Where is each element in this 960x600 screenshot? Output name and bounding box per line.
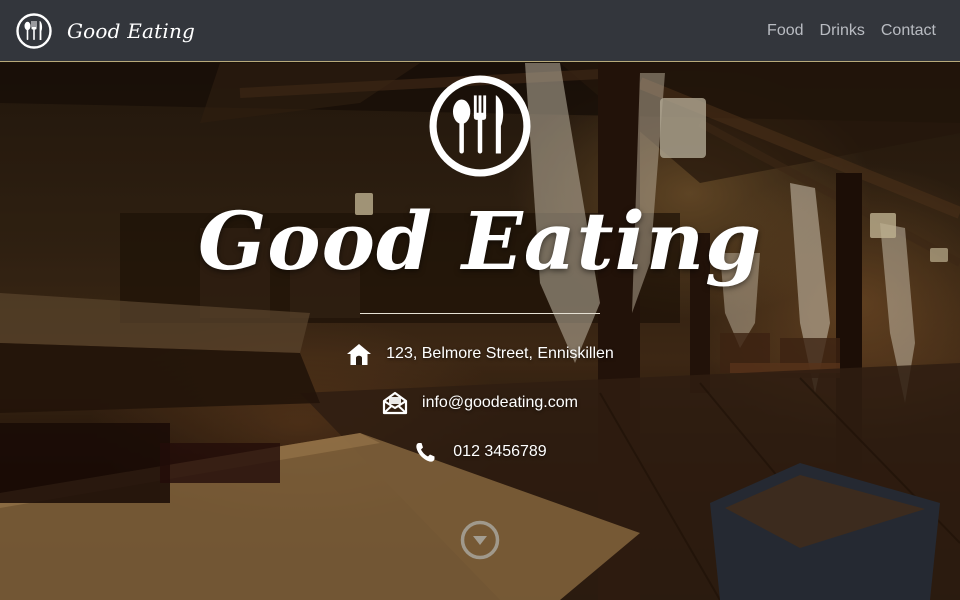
nav-links: Food Drinks Contact (767, 22, 936, 40)
nav-link-drinks[interactable]: Drinks (820, 22, 865, 40)
contact-phone: 012 3456789 (413, 440, 547, 464)
cutlery-icon (429, 75, 531, 177)
contact-list: 123, Belmore Street, Enniskillen info@go… (346, 342, 614, 464)
brand-link[interactable]: Good Eating (16, 12, 196, 49)
navbar: Good Eating Food Drinks Contact (0, 0, 960, 62)
brand-name: Good Eating (67, 18, 196, 43)
envelope-open-icon (382, 391, 408, 415)
phone-text[interactable]: 012 3456789 (453, 443, 546, 461)
cutlery-icon (16, 12, 52, 49)
hero-title: Good Eating (197, 194, 763, 288)
chevron-down-circle-icon[interactable] (460, 520, 500, 560)
contact-address: 123, Belmore Street, Enniskillen (346, 342, 614, 366)
nav-link-contact[interactable]: Contact (881, 22, 936, 40)
address-text: 123, Belmore Street, Enniskillen (386, 345, 614, 362)
nav-link-food[interactable]: Food (767, 22, 803, 40)
hero-section: Good Eating 123, Belmore Street, Enniski… (0, 63, 960, 600)
phone-icon (416, 443, 435, 462)
home-icon (347, 344, 372, 365)
hero-divider (360, 313, 600, 314)
email-text[interactable]: info@goodeating.com (422, 394, 578, 412)
contact-email: info@goodeating.com (382, 391, 578, 415)
